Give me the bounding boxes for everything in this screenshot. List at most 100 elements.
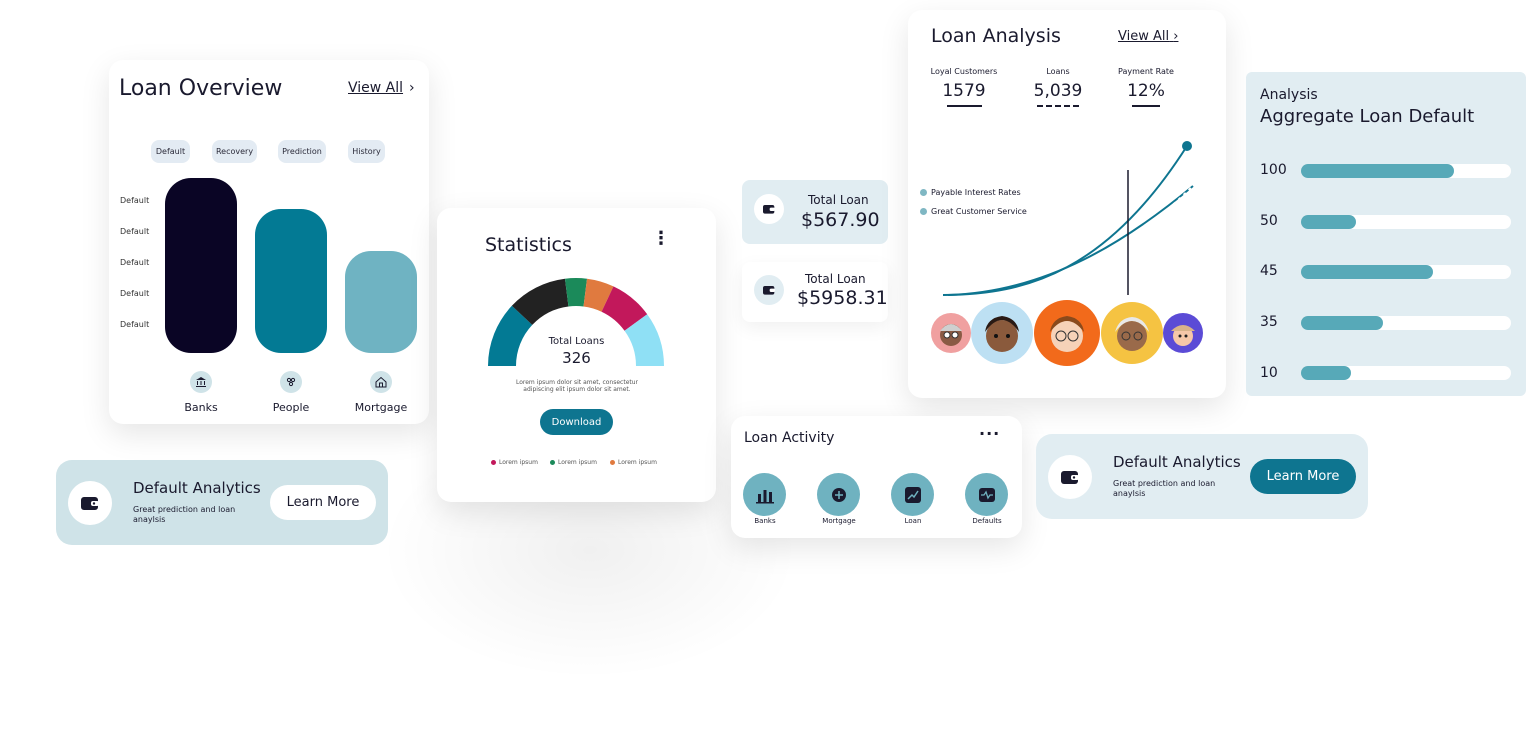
aggregate-row-label: 10 [1260,365,1278,381]
learn-more-button[interactable]: Learn More [270,485,376,520]
legend-dot [610,460,615,465]
activity-label-banks: Banks [754,517,776,525]
aggregate-loan-default-card: Analysis Aggregate Loan Default 100 50 4… [1246,72,1526,396]
wallet-icon [1048,455,1092,499]
aggregate-fill [1301,316,1383,330]
stat-label: Loans [1046,67,1070,76]
pulse-icon[interactable] [965,473,1008,516]
loan-overview-title: Loan Overview [119,76,283,101]
total-loan-value: $567.90 [801,209,880,231]
tab-default[interactable]: Default [151,140,190,163]
aggregate-row-label: 50 [1260,213,1278,229]
avatar [931,313,971,353]
legend-item: Lorem ipsum [610,459,657,466]
stat-underline [947,105,982,107]
bank-icon [190,371,212,393]
statistics-card: Statistics ⋮ Total Loans 326 Lorem ipsum… [437,208,716,502]
aggregate-fill [1301,366,1352,380]
gauge-center-label: Total Loans [548,336,605,347]
overview-view-all-link[interactable]: View All › [348,80,415,96]
aggregate-fill [1301,265,1434,279]
stat-value: 5,039 [1033,81,1083,101]
default-analytics-subtitle: Great prediction and loan anaylsis [1113,479,1216,498]
stat-underline [1132,105,1160,107]
tab-recovery[interactable]: Recovery [212,140,257,163]
gauge-center-value: 326 [562,349,591,367]
aggregate-fill [1301,164,1455,178]
analysis-view-all-link[interactable]: View All › [1118,29,1178,44]
loan-activity-title: Loan Activity [744,430,835,446]
people-icon [280,371,302,393]
default-analytics-title: Default Analytics [133,479,261,497]
tab-prediction[interactable]: Prediction [278,140,326,163]
category-label-people: People [272,401,310,414]
total-loan-value: $5958.31 [797,287,888,309]
wallet-icon [754,194,784,224]
bar-mortgage [345,251,417,353]
download-button[interactable]: Download [540,409,613,435]
stat-value: 12% [1127,81,1165,101]
aggregate-row-label: 100 [1260,162,1287,178]
avatar [1101,302,1163,364]
bar-people [255,209,327,353]
aggregate-fill [1301,215,1356,229]
loan-analysis-title: Loan Analysis [931,25,1061,47]
total-loan-label: Total Loan [808,193,869,207]
y-axis-label: Default [120,227,150,236]
y-axis-label: Default [120,289,150,298]
stat-label: Payment Rate [1118,67,1174,76]
learn-more-button[interactable]: Learn More [1250,459,1356,494]
view-all-label: View All [348,80,404,96]
y-axis-label: Default [120,320,150,329]
analysis-growth-curve [942,141,1194,296]
aggregate-track [1301,366,1511,380]
chevron-right-icon: › [1173,29,1179,44]
aggregate-track [1301,265,1511,279]
avatar [1034,300,1100,366]
avatar [971,302,1033,364]
legend-dot [491,460,496,465]
aggregate-row-label: 45 [1260,263,1278,279]
stat-underline [1037,105,1080,107]
legend-item: Lorem ipsum [491,459,538,466]
aggregate-track [1301,215,1511,229]
bar-banks [165,178,237,353]
view-all-label: View All [1118,29,1170,44]
bar-chart-icon[interactable] [743,473,786,516]
stat-label: Loyal Customers [930,67,998,76]
aggregate-title: Aggregate Loan Default [1260,106,1475,127]
total-loan-card: Total Loan $567.90 [742,180,888,244]
loan-analysis-card: Loan Analysis View All › Loyal Customers… [908,10,1226,398]
loan-overview-card: Loan Overview View All › Default Recovery… [109,60,429,424]
curve-end-dot [1182,141,1192,151]
aggregate-row-label: 35 [1260,314,1278,330]
default-analytics-subtitle: Great prediction and loan anaylsis [133,505,236,524]
default-analytics-card: Default Analytics Great prediction and l… [56,460,388,545]
legend-item: Lorem ipsum [550,459,597,466]
legend-label: Lorem ipsum [618,459,657,466]
avatar [1163,313,1203,353]
customer-service-line [947,185,1194,296]
default-analytics-title: Default Analytics [1113,453,1241,471]
category-label-mortgage: Mortgage [354,401,408,414]
y-axis-label: Default [120,196,150,205]
chevron-right-icon: › [409,80,415,96]
trend-up-icon[interactable] [891,473,934,516]
statistics-description: Lorem ipsum dolor sit amet, consectetur … [515,379,639,393]
wallet-icon [68,481,112,525]
total-loan-label: Total Loan [805,272,866,286]
interest-rate-line [942,145,1188,296]
activity-label-defaults: Defaults [972,517,1002,525]
more-horizontal-icon[interactable]: ··· [979,424,1000,443]
default-analytics-card: Default Analytics Great prediction and l… [1036,434,1368,519]
y-axis-label: Default [120,258,150,267]
wallet-icon [754,275,784,305]
tab-history[interactable]: History [348,140,385,163]
legend-label: Lorem ipsum [558,459,597,466]
coin-icon[interactable] [817,473,860,516]
aggregate-track [1301,316,1511,330]
category-label-banks: Banks [184,401,218,414]
gauge-segment [564,278,588,307]
total-loan-card: Total Loan $5958.31 [742,262,888,322]
legend-dot [550,460,555,465]
